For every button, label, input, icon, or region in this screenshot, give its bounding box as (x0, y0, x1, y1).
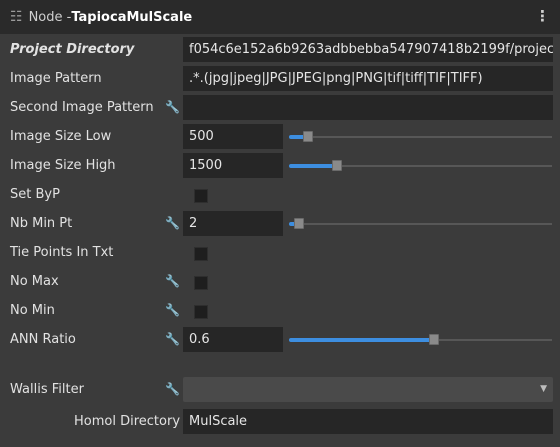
tie-points-in-txt-checkbox[interactable] (194, 247, 208, 261)
project-directory-label: Project Directory (10, 42, 135, 57)
row-image-pattern: Image Pattern .*.(jpg|jpeg|JPG|JPEG|png|… (0, 64, 560, 93)
wrench-icon[interactable]: 🔧 (165, 93, 180, 122)
set-byp-checkbox[interactable] (194, 189, 208, 203)
nb-min-pt-label: Nb Min Pt (10, 216, 73, 231)
wrench-icon[interactable]: 🔧 (165, 296, 180, 325)
row-ann-ratio: ANN Ratio 🔧 0.6 (0, 325, 560, 354)
row-second-image-pattern: Second Image Pattern 🔧 (0, 93, 560, 122)
image-size-low-slider[interactable] (289, 122, 552, 151)
ann-ratio-slider[interactable] (289, 325, 552, 354)
row-no-min: No Min 🔧 (0, 296, 560, 325)
node-panel: ☷ Node - TapiocaMulScale ⋮ Project Direc… (0, 0, 560, 447)
sliders-icon: ☷ (10, 9, 23, 25)
row-no-max: No Max 🔧 (0, 267, 560, 296)
slider-handle[interactable] (429, 334, 439, 345)
image-size-low-label: Image Size Low (10, 129, 112, 144)
wrench-icon[interactable]: 🔧 (165, 375, 180, 404)
ann-ratio-label: ANN Ratio (10, 332, 76, 347)
image-size-high-field[interactable]: 1500 (183, 153, 283, 178)
second-image-pattern-label: Second Image Pattern (10, 100, 154, 115)
wallis-filter-select[interactable]: ▼ (183, 377, 553, 402)
no-max-checkbox[interactable] (194, 276, 208, 290)
wrench-icon[interactable]: 🔧 (165, 209, 180, 238)
no-max-label: No Max (10, 274, 59, 289)
kebab-icon[interactable]: ⋮ (535, 7, 550, 25)
slider-handle[interactable] (332, 160, 342, 171)
node-name: TapiocaMulScale (71, 9, 193, 25)
image-size-high-slider[interactable] (289, 151, 552, 180)
row-tie-points-in-txt: Tie Points In Txt (0, 238, 560, 267)
ann-ratio-field[interactable]: 0.6 (183, 327, 283, 352)
nb-min-pt-slider[interactable] (289, 209, 552, 238)
row-image-size-low: Image Size Low 500 (0, 122, 560, 151)
slider-fill (289, 164, 337, 168)
row-homol-directory: Homol Directory MulScale (0, 407, 560, 436)
no-min-label: No Min (10, 303, 55, 318)
wrench-icon[interactable]: 🔧 (165, 267, 180, 296)
slider-track (289, 136, 552, 138)
row-image-size-high: Image Size High 1500 (0, 151, 560, 180)
image-size-high-label: Image Size High (10, 158, 116, 173)
second-image-pattern-field[interactable] (183, 95, 553, 120)
row-nb-min-pt: Nb Min Pt 🔧 2 (0, 209, 560, 238)
homol-directory-label: Homol Directory (74, 414, 181, 429)
panel-header: ☷ Node - TapiocaMulScale ⋮ (0, 0, 560, 34)
wallis-filter-label: Wallis Filter (10, 382, 84, 397)
slider-fill (289, 338, 434, 342)
slider-track (289, 223, 552, 225)
row-wallis-filter: Wallis Filter 🔧 ▼ (0, 375, 560, 404)
chevron-down-icon[interactable]: ▼ (540, 377, 547, 402)
node-label: Node - (28, 9, 72, 25)
row-set-byp: Set ByP (0, 180, 560, 209)
slider-handle[interactable] (294, 218, 304, 229)
image-pattern-field[interactable]: .*.(jpg|jpeg|JPG|JPEG|png|PNG|tif|tiff|T… (183, 66, 553, 91)
no-min-checkbox[interactable] (194, 305, 208, 319)
slider-handle[interactable] (303, 131, 313, 142)
tie-points-in-txt-label: Tie Points In Txt (10, 245, 114, 260)
image-pattern-label: Image Pattern (10, 71, 102, 86)
set-byp-label: Set ByP (10, 187, 60, 202)
homol-directory-field[interactable]: MulScale (183, 409, 553, 434)
wrench-icon[interactable]: 🔧 (165, 325, 180, 354)
row-project-directory: Project Directory f054c6e152a6b9263adbbe… (0, 35, 560, 64)
project-directory-field[interactable]: f054c6e152a6b9263adbbebba547907418b2199f… (183, 37, 553, 62)
image-size-low-field[interactable]: 500 (183, 124, 283, 149)
nb-min-pt-field[interactable]: 2 (183, 211, 283, 236)
